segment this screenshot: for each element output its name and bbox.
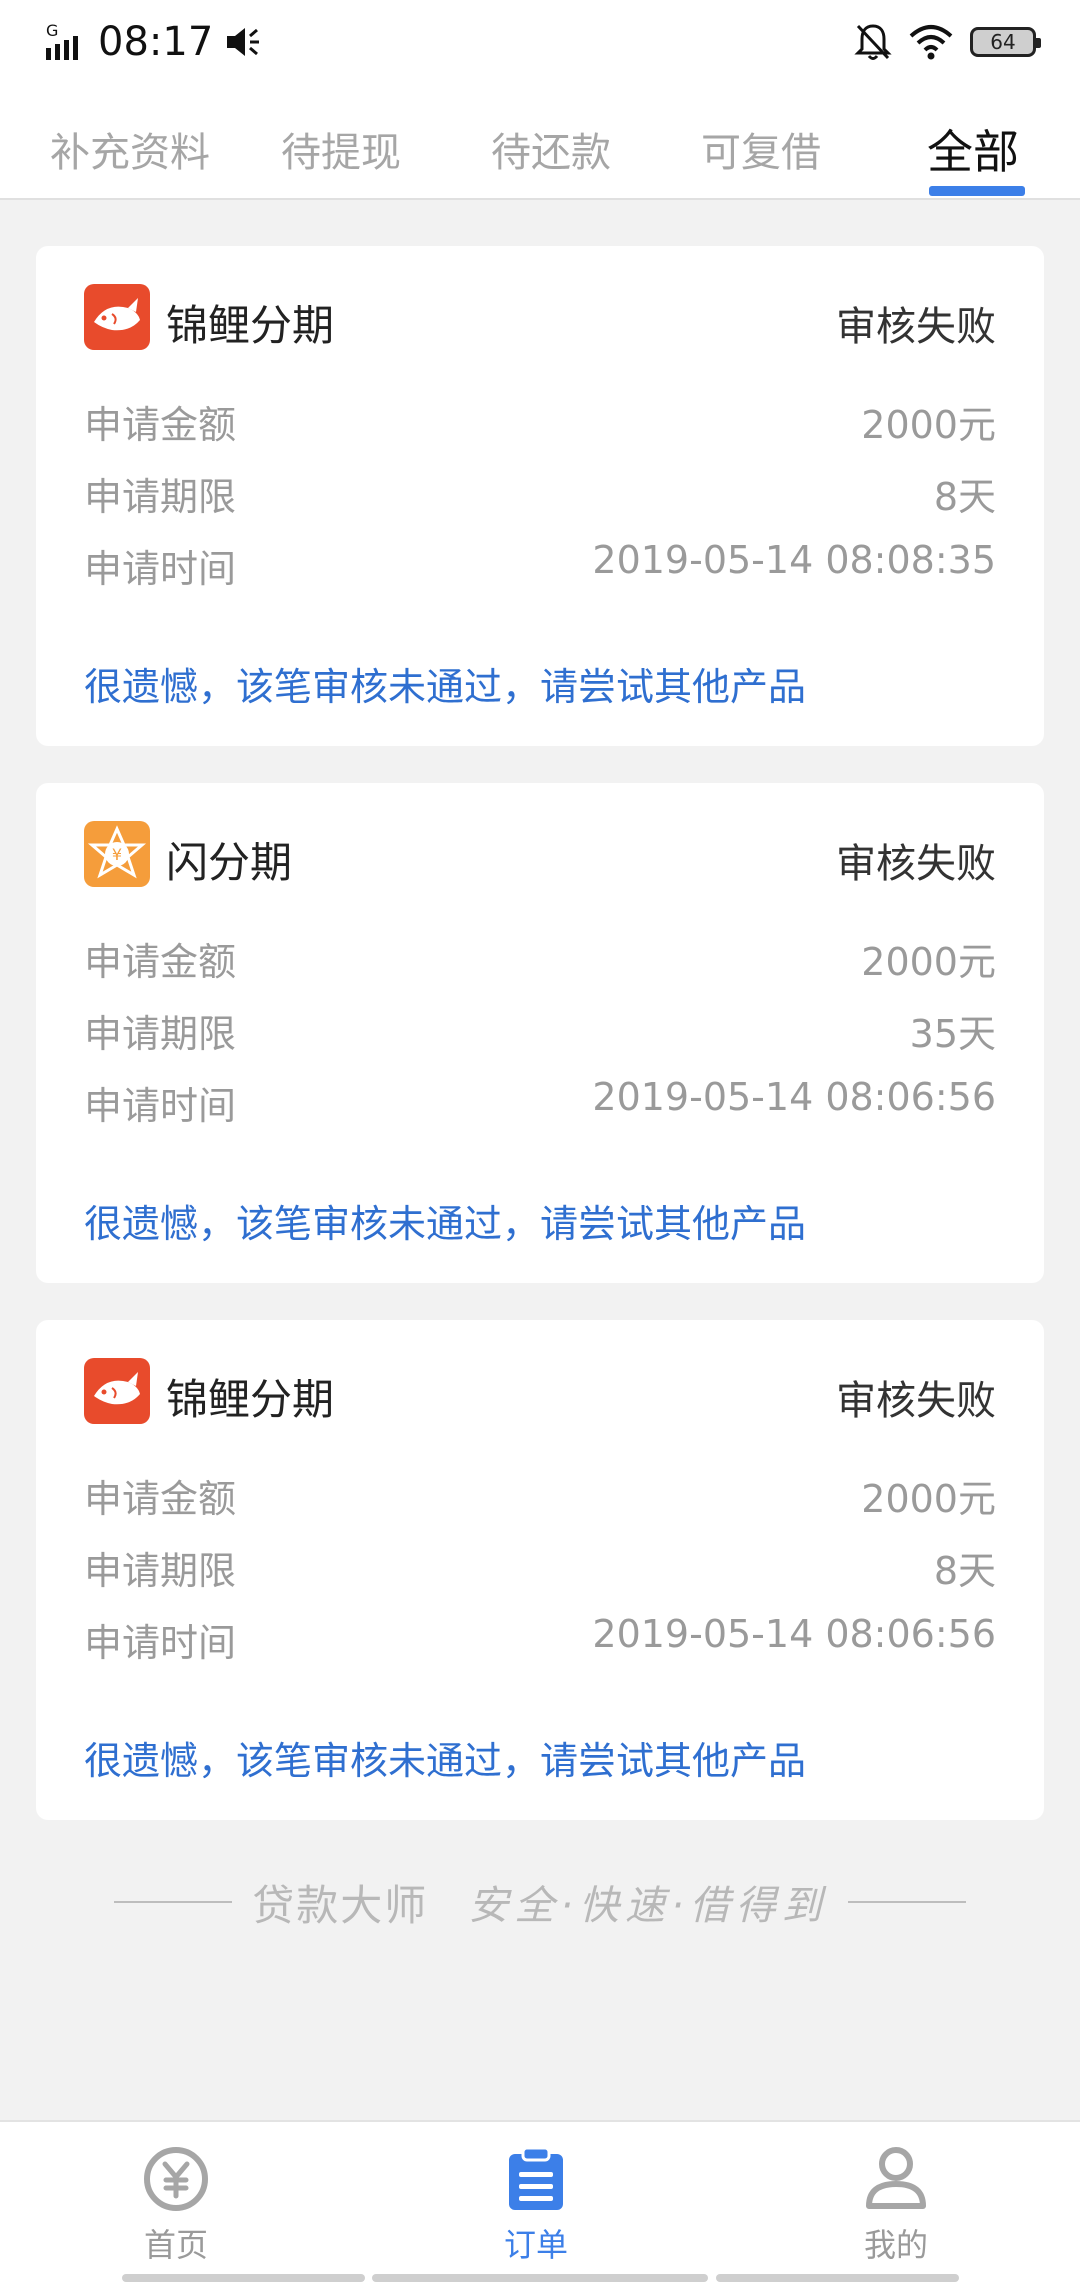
order-card[interactable]: 锦鲤分期 审核失败 申请金额 2000元 申请期限 8天 申请时间 2019-0… bbox=[36, 1320, 1044, 1820]
nav-home-label: 首页 bbox=[143, 2226, 208, 2264]
nav-home[interactable]: 首页 bbox=[76, 2144, 276, 2266]
rejection-note: 很遗憾，该笔审核未通过，请尝试其他产品 bbox=[84, 1739, 807, 1783]
term-label: 申请期限 bbox=[84, 475, 237, 519]
order-tabs: 补充资料 待提现 待还款 可复借 全部 bbox=[0, 84, 1080, 200]
battery-icon: 64 bbox=[970, 27, 1041, 57]
svg-text:¥: ¥ bbox=[112, 845, 122, 864]
battery-level: 64 bbox=[990, 30, 1016, 54]
time-value: 2019-05-14 08:06:56 bbox=[592, 1075, 996, 1119]
time-label: 申请时间 bbox=[84, 1621, 237, 1665]
system-nav-handle[interactable] bbox=[372, 2274, 708, 2282]
divider-right bbox=[847, 1901, 966, 1903]
svg-text:G: G bbox=[46, 22, 58, 40]
time-value: 2019-05-14 08:06:56 bbox=[592, 1612, 996, 1656]
yuan-star-icon: ¥ bbox=[84, 821, 150, 887]
order-status: 审核失败 bbox=[836, 304, 996, 350]
term-value: 35天 bbox=[909, 1012, 996, 1056]
bell-off-icon bbox=[854, 24, 892, 60]
wifi-icon bbox=[909, 25, 953, 60]
divider-left bbox=[114, 1901, 233, 1903]
term-value: 8天 bbox=[933, 475, 996, 519]
rejection-note: 很遗憾，该笔审核未通过，请尝试其他产品 bbox=[84, 1202, 807, 1246]
system-nav-handle[interactable] bbox=[716, 2274, 959, 2282]
term-value: 8天 bbox=[933, 1549, 996, 1593]
tab-all[interactable]: 全部 bbox=[927, 116, 1019, 182]
time-label: 申请时间 bbox=[84, 547, 237, 591]
koi-fish-icon bbox=[84, 284, 150, 350]
status-right: 64 bbox=[854, 18, 1041, 66]
time-label: 申请时间 bbox=[84, 1084, 237, 1128]
nav-mine[interactable]: 我的 bbox=[796, 2144, 996, 2266]
koi-fish-icon bbox=[84, 1358, 150, 1424]
system-nav-handle[interactable] bbox=[122, 2274, 365, 2282]
nav-mine-label: 我的 bbox=[863, 2226, 928, 2264]
product-name: 闪分期 bbox=[166, 838, 293, 887]
amount-value: 2000元 bbox=[861, 1477, 996, 1521]
product-name: 锦鲤分期 bbox=[166, 301, 335, 350]
yuan-coin-icon bbox=[144, 2147, 208, 2211]
tab-reborrow[interactable]: 可复借 bbox=[701, 120, 821, 178]
order-status: 审核失败 bbox=[836, 1378, 996, 1424]
nav-orders-label: 订单 bbox=[503, 2226, 568, 2264]
order-card[interactable]: ¥ 闪分期 审核失败 申请金额 2000元 申请期限 35天 申请时间 2019… bbox=[36, 783, 1044, 1283]
speaker-muted-icon bbox=[227, 28, 260, 56]
tab-pending-withdraw[interactable]: 待提现 bbox=[281, 120, 401, 178]
status-left: G 08:17 bbox=[44, 18, 263, 66]
signal-icon: G bbox=[46, 22, 78, 60]
status-bar: G 08:17 64 bbox=[0, 0, 1080, 84]
bottom-nav: 首页 订单 我的 bbox=[0, 2120, 1080, 2282]
product-name: 锦鲤分期 bbox=[166, 1375, 335, 1424]
amount-value: 2000元 bbox=[861, 403, 996, 447]
amount-label: 申请金额 bbox=[84, 940, 237, 984]
clock: 08:17 bbox=[98, 19, 214, 65]
clipboard-icon bbox=[509, 2146, 563, 2210]
amount-label: 申请金额 bbox=[84, 1477, 237, 1521]
amount-label: 申请金额 bbox=[84, 403, 237, 447]
order-card[interactable]: 锦鲤分期 审核失败 申请金额 2000元 申请期限 8天 申请时间 2019-0… bbox=[36, 246, 1044, 746]
rejection-note: 很遗憾，该笔审核未通过，请尝试其他产品 bbox=[84, 665, 807, 709]
user-icon bbox=[866, 2147, 926, 2209]
brand-name: 贷款大师 bbox=[252, 1880, 429, 1930]
nav-orders[interactable]: 订单 bbox=[436, 2144, 636, 2266]
time-value: 2019-05-14 08:08:35 bbox=[592, 538, 996, 582]
term-label: 申请期限 bbox=[84, 1012, 237, 1056]
active-tab-indicator bbox=[929, 186, 1025, 196]
order-status: 审核失败 bbox=[836, 841, 996, 887]
tab-supplement-info[interactable]: 补充资料 bbox=[50, 120, 210, 178]
brand-motto: 安全·快速·借得到 bbox=[468, 1883, 828, 1929]
tab-pending-repay[interactable]: 待还款 bbox=[491, 120, 611, 178]
brand-slogan: 贷款大师 安全·快速·借得到 bbox=[0, 1872, 1080, 1932]
amount-value: 2000元 bbox=[861, 940, 996, 984]
term-label: 申请期限 bbox=[84, 1549, 237, 1593]
